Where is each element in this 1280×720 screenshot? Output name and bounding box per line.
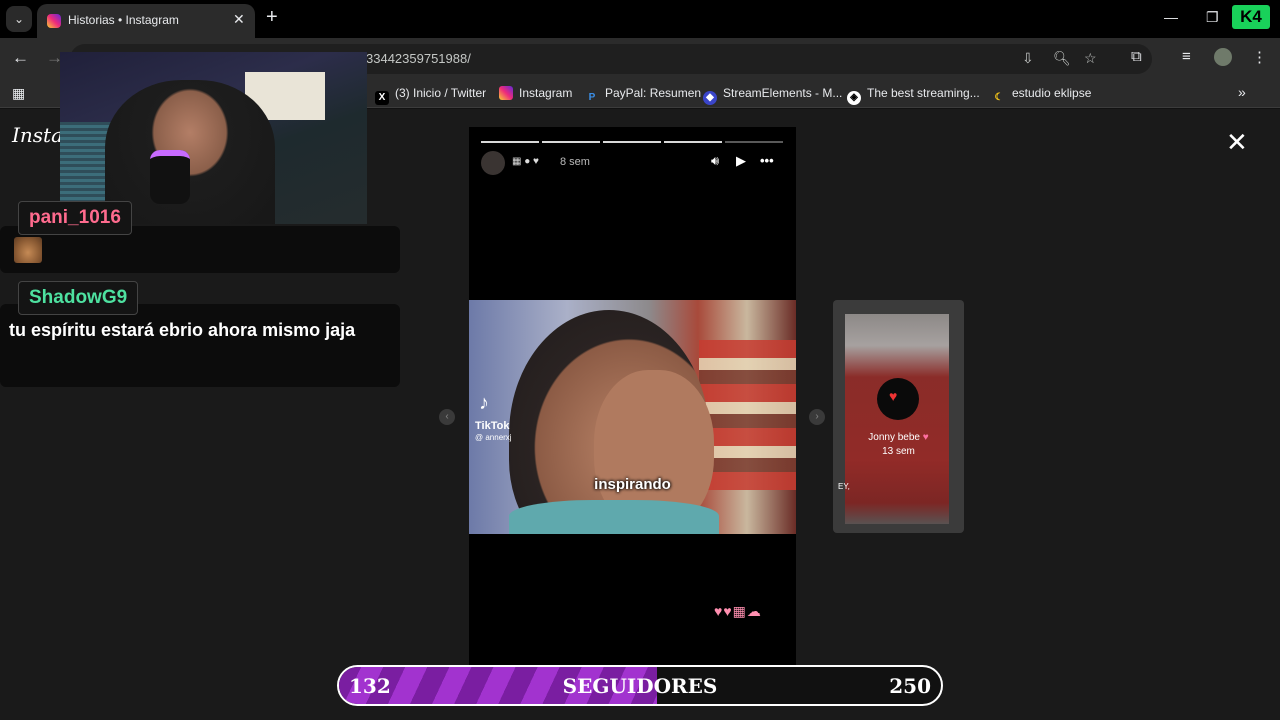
tab-search-button[interactable]: ⌄: [6, 6, 32, 32]
progress-segment: [725, 141, 783, 143]
bookmark-paypal[interactable]: P PayPal: Resumen: [585, 86, 701, 105]
bookmark-streaming[interactable]: ◈ The best streaming...: [847, 86, 980, 105]
story-time: 8 sem: [560, 156, 590, 168]
zoom-icon[interactable]: 🔍︎: [1053, 50, 1071, 67]
volume-icon[interactable]: 🔊︎: [711, 153, 719, 169]
close-tab-icon[interactable]: ✕: [233, 11, 245, 28]
followers-target: 250: [889, 674, 931, 698]
more-bookmarks-icon[interactable]: »: [1238, 84, 1246, 100]
webcam-overlay: [60, 52, 367, 224]
url-text: 33442359751988/: [366, 51, 471, 66]
profile-avatar[interactable]: [1214, 48, 1232, 66]
apps-grid-icon[interactable]: ▦: [12, 85, 25, 102]
chat-username: ShadowG9: [18, 281, 139, 315]
browser-title-bar: ⌄ Historias • Instagram ✕ + — ❐ K4: [0, 0, 1280, 38]
eklipse-icon: ☾: [994, 92, 1004, 103]
tab-instagram-stories[interactable]: Historias • Instagram ✕: [37, 4, 255, 38]
preview-username: Jonny bebe ♥: [868, 432, 929, 443]
close-stories-icon[interactable]: ✕: [1226, 127, 1248, 158]
menu-icon[interactable]: ⋮: [1252, 48, 1267, 66]
tiktok-label: TikTok: [475, 420, 510, 432]
minimize-button[interactable]: —: [1164, 9, 1178, 25]
followers-goal-bar: 132 SEGUIDORES 250: [337, 665, 943, 706]
story-video[interactable]: ♪ TikTok @ annerxj inspirando: [469, 300, 796, 534]
bookmark-streamelements[interactable]: ◆ StreamElements - M...: [703, 86, 842, 105]
chat-username: pani_1016: [18, 201, 132, 235]
more-options-icon[interactable]: •••: [760, 153, 774, 168]
chat-emote: [14, 237, 42, 263]
install-app-icon[interactable]: ⇩: [1022, 50, 1034, 67]
tiktok-handle: @ annerxj: [475, 433, 512, 442]
progress-segment: [664, 141, 722, 143]
bookmark-star-icon[interactable]: ☆: [1084, 50, 1097, 67]
restore-button[interactable]: ❐: [1206, 9, 1219, 26]
previous-story-icon[interactable]: ‹: [439, 409, 455, 425]
tab-title: Historias • Instagram: [68, 13, 179, 27]
followers-label: SEGUIDORES: [562, 674, 718, 698]
instagram-icon: [47, 14, 61, 28]
extensions-icon[interactable]: ⧉: [1131, 48, 1142, 65]
chat-message: tu espíritu estará ebrio ahora mismo jaj…: [9, 320, 356, 340]
k4-logo: K4: [1232, 5, 1270, 29]
bookmark-twitter[interactable]: X (3) Inicio / Twitter: [375, 86, 486, 105]
media-control-icon[interactable]: ≡: [1182, 48, 1191, 65]
next-story-icon[interactable]: ›: [809, 409, 825, 425]
streamelements-icon: ◆: [703, 91, 717, 105]
preview-overlay-text: EY,: [838, 482, 850, 491]
person-shirt: [509, 500, 719, 534]
tiktok-icon: ♪: [479, 392, 489, 414]
play-icon[interactable]: ▶: [736, 153, 746, 169]
progress-segment: [542, 141, 600, 143]
video-caption: inspirando: [594, 476, 671, 493]
bookmark-eklipse[interactable]: ☾ estudio eklipse: [992, 86, 1092, 105]
story-emoji-stickers: ♥♥▦☁: [714, 603, 762, 619]
heart-icon: ♥: [889, 388, 898, 404]
story-viewer[interactable]: ▦ ● ♥ 8 sem 🔊︎ ▶ ••• ♪ TikTok @ annerxj …: [469, 127, 796, 687]
story-user-avatar[interactable]: [481, 151, 505, 175]
back-button[interactable]: ←: [12, 48, 29, 68]
preview-user-avatar: [877, 378, 919, 420]
store-shelf: [699, 340, 796, 490]
next-story-preview[interactable]: ♥ Jonny bebe ♥ 13 sem EY,: [833, 300, 964, 533]
instagram-icon: [499, 86, 513, 100]
progress-segment: [603, 141, 661, 143]
paypal-icon: P: [588, 92, 596, 103]
story-username-emojis[interactable]: ▦ ● ♥: [512, 156, 539, 167]
x-twitter-icon: X: [375, 91, 389, 105]
streaming-icon: ◈: [847, 91, 861, 105]
preview-time: 13 sem: [882, 446, 915, 457]
progress-segment: [481, 141, 539, 143]
bookmark-instagram[interactable]: Instagram: [499, 86, 572, 100]
microphone: [150, 150, 190, 204]
new-tab-button[interactable]: +: [266, 6, 278, 29]
